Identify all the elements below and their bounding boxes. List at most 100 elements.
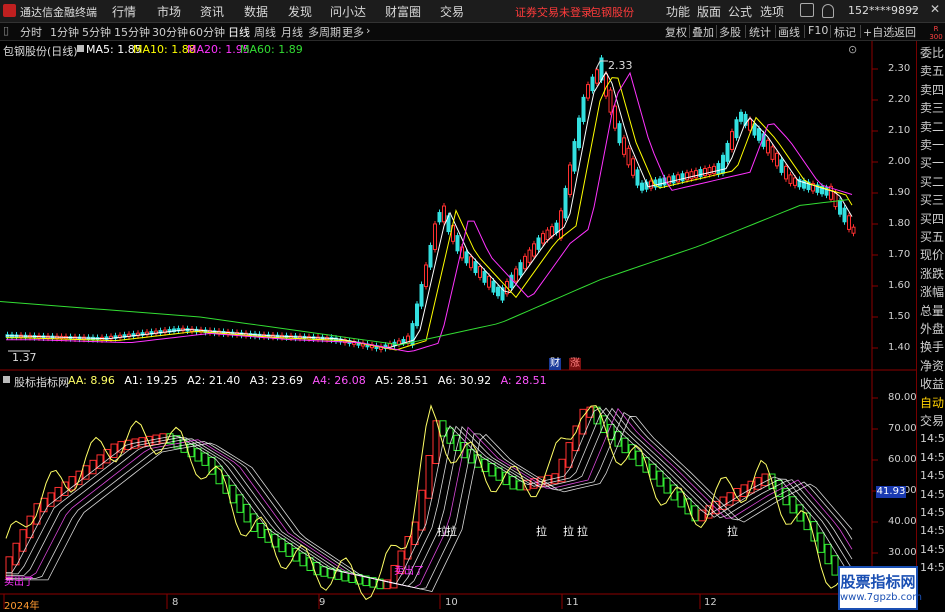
candle-body: [721, 154, 725, 174]
candle-body: [464, 251, 469, 264]
side-panel-item[interactable]: 自动: [920, 395, 944, 411]
tool-f10[interactable]: F10: [808, 24, 828, 37]
close-icon[interactable]: ✕: [930, 2, 940, 16]
menu-gongshi[interactable]: 公式: [728, 3, 752, 20]
period-more[interactable]: 更多: [342, 24, 364, 40]
side-panel-item[interactable]: 总量: [920, 303, 944, 319]
menu-caifuquan[interactable]: 财富圈: [385, 3, 421, 20]
tool-duogu[interactable]: 多股: [719, 24, 741, 40]
indicator-legend-item: A2: 21.40: [187, 374, 241, 387]
candle-body: [689, 171, 694, 180]
side-panel-item[interactable]: 14:56: [920, 523, 945, 539]
side-panel-item[interactable]: 委比: [920, 45, 944, 61]
candle-body: [685, 172, 689, 181]
period-60min[interactable]: 60分钟: [189, 24, 225, 40]
candle-body: [550, 226, 554, 237]
side-panel-item[interactable]: 外盘: [920, 321, 944, 337]
side-panel-item[interactable]: 14:56: [920, 468, 945, 484]
chart-settings-icon[interactable]: ⊙: [848, 43, 857, 56]
tool-add-favorite[interactable]: +自选: [863, 24, 894, 40]
candle-body: [703, 168, 707, 177]
tool-fuquan[interactable]: 复权: [665, 24, 687, 40]
price-axis-label: 1.90: [888, 187, 911, 198]
period-multi[interactable]: 多周期: [308, 24, 341, 40]
period-1min[interactable]: 1分钟: [50, 24, 79, 40]
side-panel-item[interactable]: 买五: [920, 229, 944, 245]
side-panel-item[interactable]: 卖五: [920, 63, 944, 79]
rise-marker[interactable]: 涨: [569, 358, 581, 370]
side-panel-item[interactable]: 卖二: [920, 119, 944, 135]
menu-zixun[interactable]: 资讯: [200, 3, 224, 20]
side-panel-item[interactable]: 14:56: [920, 431, 945, 447]
side-panel-item[interactable]: 14:56: [920, 450, 945, 466]
candle-body: [496, 286, 500, 297]
menu-shuju[interactable]: 数据: [244, 3, 268, 20]
side-panel-item[interactable]: 换手: [920, 339, 944, 355]
finance-marker[interactable]: 财: [549, 358, 561, 370]
tool-biaoji[interactable]: 标记: [834, 24, 856, 40]
menu-xuanxiang[interactable]: 选项: [760, 3, 784, 20]
side-panel-item[interactable]: 净资: [920, 358, 944, 374]
period-15min[interactable]: 15分钟: [114, 24, 150, 40]
menu-faxian[interactable]: 发现: [288, 3, 312, 20]
menu-jiaoyi[interactable]: 交易: [440, 3, 464, 20]
candle-body: [469, 256, 473, 269]
candle-body: [779, 159, 784, 173]
candle-body: [577, 117, 581, 149]
period-5min[interactable]: 5分钟: [82, 24, 111, 40]
period-weekly[interactable]: 周线: [254, 24, 276, 40]
message-icon[interactable]: [800, 3, 814, 17]
side-panel-item[interactable]: 涨幅: [920, 284, 944, 300]
side-panel-item[interactable]: 买四: [920, 211, 944, 227]
candle-body: [473, 261, 478, 274]
account-number[interactable]: 152****9892: [848, 4, 919, 17]
menu-gongneng[interactable]: 功能: [666, 3, 690, 20]
tool-huaxian[interactable]: 画线: [778, 24, 800, 40]
indicator-toggle-icon[interactable]: [3, 376, 10, 383]
user-icon[interactable]: [822, 4, 834, 18]
la-label: 拉: [577, 525, 588, 538]
candle-body: [716, 163, 721, 175]
side-panel-item[interactable]: 卖一: [920, 137, 944, 153]
candle-body: [635, 169, 640, 186]
more-chevron-icon[interactable]: ›: [366, 24, 370, 37]
menu-shichang[interactable]: 市场: [157, 3, 181, 20]
legend-toggle-icon[interactable]: [77, 45, 84, 52]
minimize-icon[interactable]: ─: [910, 2, 917, 16]
menu-banmian[interactable]: 版面: [697, 3, 721, 20]
side-panel-item[interactable]: 14:56: [920, 560, 945, 576]
side-panel-item[interactable]: 14:56: [920, 487, 945, 503]
side-panel-item[interactable]: 卖三: [920, 100, 944, 116]
period-daily[interactable]: 日线: [228, 24, 250, 40]
tool-tongji[interactable]: 统计: [749, 24, 771, 40]
period-fenshi[interactable]: 分时: [20, 24, 42, 40]
candle-body: [541, 233, 545, 244]
candle-body: [613, 105, 617, 129]
candle-body: [694, 170, 698, 179]
side-panel-item[interactable]: 涨跌: [920, 266, 944, 282]
tool-back[interactable]: 返回: [894, 24, 916, 40]
watermark-logo: 股票指标网 www.7gpzb.com: [838, 566, 922, 610]
period-30min[interactable]: 30分钟: [152, 24, 188, 40]
side-panel-item[interactable]: 交易: [920, 413, 944, 429]
menu-wenxiaoda[interactable]: 问小达: [330, 3, 366, 20]
side-panel-item[interactable]: 买三: [920, 192, 944, 208]
menu-hangqing[interactable]: 行情: [112, 3, 136, 20]
login-notice[interactable]: 证券交易未登录: [515, 4, 592, 20]
indicator-axis-label: 40.00: [888, 516, 917, 527]
period-monthly[interactable]: 月线: [281, 24, 303, 40]
sell-label: 卖出了: [394, 566, 424, 577]
candle-body: [698, 169, 703, 178]
stock-chart[interactable]: [0, 41, 916, 609]
side-panel-item[interactable]: 买二: [920, 174, 944, 190]
side-panel-item[interactable]: 14:56: [920, 542, 945, 558]
chart-title: 包钢股份(日线): [3, 45, 78, 58]
side-panel-item[interactable]: 14:56: [920, 505, 945, 521]
candle-body: [523, 255, 527, 270]
candle-body: [545, 229, 550, 241]
side-panel-item[interactable]: 收益: [920, 376, 944, 392]
side-panel-item[interactable]: 现价: [920, 247, 944, 263]
side-panel-item[interactable]: 卖四: [920, 82, 944, 98]
tool-diejia[interactable]: 叠加: [692, 24, 714, 40]
side-panel-item[interactable]: 买一: [920, 155, 944, 171]
